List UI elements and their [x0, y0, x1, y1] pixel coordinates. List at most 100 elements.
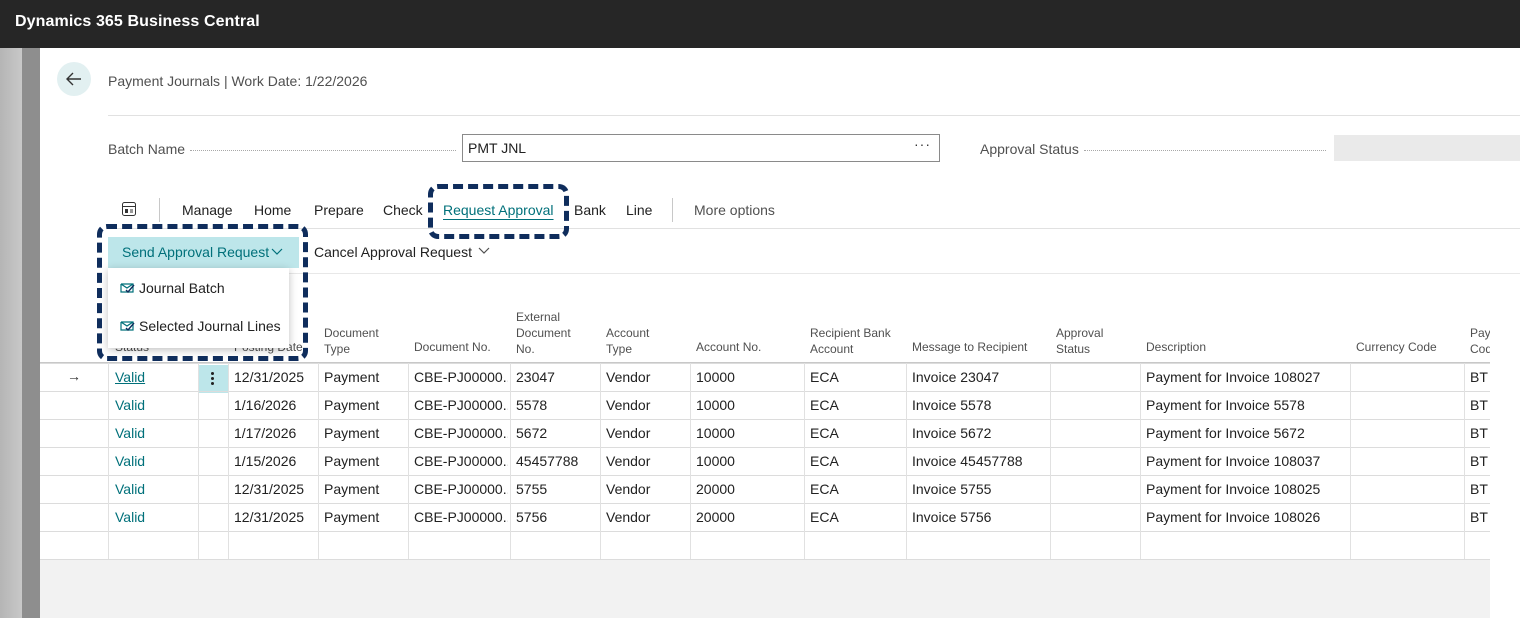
show-pane-icon[interactable] [122, 202, 136, 216]
cell-document-type: Payment [324, 425, 380, 441]
action-check[interactable]: Check [383, 202, 423, 218]
lookup-ellipsis-button[interactable]: ··· [914, 136, 931, 152]
menu-item-label: Journal Batch [139, 280, 225, 296]
grid-column-line [1464, 363, 1465, 559]
cell-external-document-no: 5756 [516, 509, 548, 525]
menu-item-selected-journal-lines[interactable]: Selected Journal Lines [108, 308, 289, 344]
action-more-options[interactable]: More options [694, 202, 775, 218]
column-header-payment-code[interactable]: PayıCod [1470, 325, 1490, 357]
cell-document-type: Payment [324, 369, 380, 385]
cell-description: Payment for Invoice 108025 [1146, 481, 1321, 497]
column-header-account-type[interactable]: Account Type [606, 325, 649, 357]
menu-item-label: Selected Journal Lines [139, 318, 281, 334]
grid-column-line [228, 363, 229, 559]
column-header-document-type[interactable]: Document Type [324, 325, 379, 357]
grid-column-line [510, 363, 511, 559]
cell-account-no: 10000 [696, 453, 735, 469]
back-button[interactable] [57, 62, 91, 96]
cell-message-to-recipient: Invoice 5756 [912, 509, 992, 525]
column-header-currency-code[interactable]: Currency Code [1356, 339, 1437, 355]
cell-document-no: CBE-PJ00000... [414, 369, 508, 385]
send-approval-request-label: Send Approval Request [122, 244, 270, 260]
cell-external-document-no: 45457788 [516, 453, 579, 469]
cell-account-type: Vendor [606, 397, 651, 413]
action-prepare[interactable]: Prepare [314, 202, 364, 218]
cell-recipient-bank-account: ECA [810, 397, 839, 413]
grid-column-line [408, 363, 409, 559]
column-header-description[interactable]: Description [1146, 339, 1206, 355]
cell-document-type: Payment [324, 509, 380, 525]
cell-document-no: CBE-PJ00000... [414, 453, 508, 469]
grid-column-line [804, 363, 805, 559]
column-header-document-no[interactable]: Document No. [414, 339, 491, 355]
cell-external-document-no: 5672 [516, 425, 548, 441]
menu-item-journal-batch[interactable]: Journal Batch [108, 270, 289, 306]
cell-document-type: Payment [324, 453, 380, 469]
cell-status[interactable]: Valid [115, 453, 196, 469]
page-right-edge [1490, 306, 1520, 618]
row-actions-button[interactable] [198, 365, 228, 393]
cell-payment-code: BTD [1470, 369, 1488, 385]
cell-account-no: 20000 [696, 481, 735, 497]
grid-row-line [40, 503, 1490, 504]
cell-message-to-recipient: Invoice 5578 [912, 397, 992, 413]
cell-message-to-recipient: Invoice 5672 [912, 425, 992, 441]
cell-recipient-bank-account: ECA [810, 369, 839, 385]
app-title: Dynamics 365 Business Central [15, 13, 260, 30]
column-header-external-document-no[interactable]: External Document No. [516, 309, 571, 357]
cell-account-type: Vendor [606, 453, 651, 469]
cell-description: Payment for Invoice 108027 [1146, 369, 1321, 385]
chevron-down-icon [478, 247, 490, 254]
cell-payment-code: BTD [1470, 481, 1488, 497]
send-approval-request-button[interactable]: Send Approval Request [108, 237, 299, 268]
cell-status[interactable]: Valid [115, 509, 196, 525]
column-header-approval-status[interactable]: Approval Status [1056, 325, 1103, 357]
action-request-approval[interactable]: Request Approval [443, 202, 554, 218]
cell-recipient-bank-account: ECA [810, 453, 839, 469]
cell-payment-code: BTD [1470, 397, 1488, 413]
cell-status[interactable]: Valid [115, 397, 196, 413]
grid-row-line [40, 419, 1490, 420]
cell-document-no: CBE-PJ00000... [414, 425, 508, 441]
cancel-approval-request-button[interactable]: Cancel Approval Request [314, 244, 490, 260]
action-home[interactable]: Home [254, 202, 291, 218]
grid-row-line [40, 531, 1490, 532]
cell-posting-date: 1/16/2026 [234, 397, 297, 413]
action-line[interactable]: Line [626, 202, 652, 218]
cell-status[interactable]: Valid [115, 369, 196, 385]
arrow-left-icon [66, 72, 81, 86]
cell-status[interactable]: Valid [115, 481, 196, 497]
cell-posting-date: 12/31/2025 [234, 509, 305, 525]
background-page-edge [0, 48, 40, 618]
grid-column-line [906, 363, 907, 559]
cell-recipient-bank-account: ECA [810, 481, 839, 497]
cancel-approval-request-label: Cancel Approval Request [314, 244, 472, 260]
grid-row-line [40, 447, 1490, 448]
column-header-message-to-recipient[interactable]: Message to Recipient [912, 339, 1027, 355]
cell-description: Payment for Invoice 5578 [1146, 397, 1305, 413]
action-bank[interactable]: Bank [574, 202, 606, 218]
chevron-down-icon [271, 248, 283, 255]
grid-column-line [108, 363, 109, 559]
cell-account-no: 10000 [696, 397, 735, 413]
cell-recipient-bank-account: ECA [810, 425, 839, 441]
action-manage[interactable]: Manage [182, 202, 233, 218]
journal-page: Payment Journals | Work Date: 1/22/2026 … [40, 48, 1520, 618]
cell-message-to-recipient: Invoice 23047 [912, 369, 1000, 385]
grid-row-line [40, 391, 1490, 392]
column-header-account-no[interactable]: Account No. [696, 339, 761, 355]
cell-payment-code: BTD [1470, 425, 1488, 441]
cell-posting-date: 1/17/2026 [234, 425, 297, 441]
page-title: Payment Journals | Work Date: 1/22/2026 [108, 73, 368, 89]
send-approval-icon [120, 283, 135, 294]
cell-account-no: 20000 [696, 509, 735, 525]
leader-dots [190, 150, 456, 152]
column-header-recipient-bank-account[interactable]: Recipient Bank Account [810, 325, 891, 357]
grid-row-line [40, 363, 1490, 364]
batch-name-field[interactable]: PMT JNL ··· [462, 134, 940, 162]
cell-status[interactable]: Valid [115, 425, 196, 441]
batch-name-label: Batch Name [108, 141, 186, 157]
grid-column-line [600, 363, 601, 559]
grid-column-line [1350, 363, 1351, 559]
cell-payment-code: BTD [1470, 509, 1488, 525]
